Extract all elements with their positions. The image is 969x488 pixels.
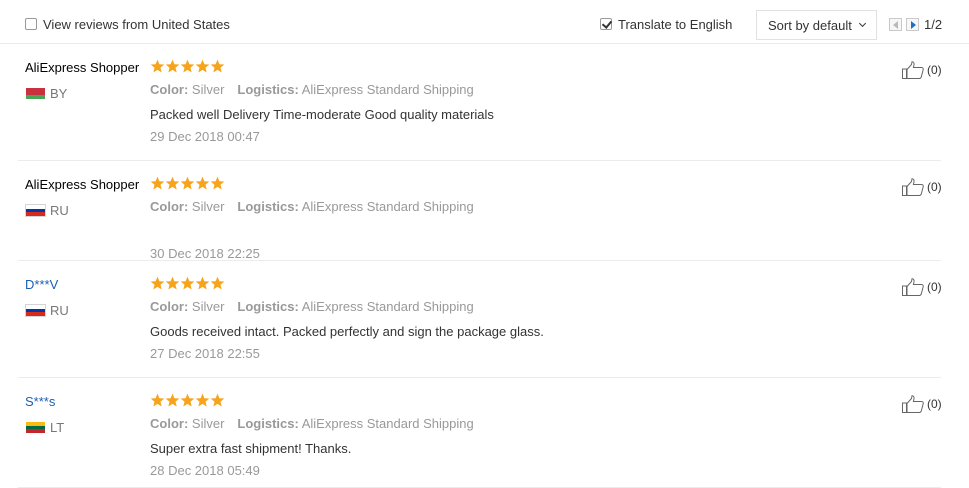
star-icon: [180, 393, 195, 407]
review-comment: Goods received intact. Packed perfectly …: [150, 324, 544, 339]
previous-page-button[interactable]: [889, 18, 902, 31]
star-icon: [195, 393, 210, 407]
thumbs-up-icon[interactable]: [902, 61, 924, 79]
review-date: 30 Dec 2018 22:25: [150, 246, 260, 261]
review-comment: Super extra fast shipment! Thanks.: [150, 441, 352, 456]
logistics-attr-value: AliExpress Standard Shipping: [301, 416, 474, 431]
country-code: BY: [50, 86, 68, 101]
logistics-attr-value: AliExpress Standard Shipping: [301, 82, 474, 97]
star-rating: [150, 59, 225, 74]
logistics-attr-label: Logistics:: [237, 199, 299, 214]
star-rating: [150, 176, 225, 191]
star-rating: [150, 276, 225, 291]
star-icon: [180, 59, 195, 73]
thumbs-up-icon[interactable]: [902, 278, 924, 296]
country-flag-icon: [25, 304, 46, 317]
review-date: 27 Dec 2018 22:55: [150, 346, 260, 361]
country-flag-icon: [26, 88, 45, 99]
country-code: RU: [50, 203, 69, 218]
star-icon: [180, 176, 195, 190]
sort-dropdown-label: Sort by default: [768, 18, 852, 33]
logistics-attr-label: Logistics:: [237, 299, 299, 314]
reviewer-name: AliExpress Shopper: [25, 177, 140, 192]
review-item: AliExpress Shopper RU Color: Silver Logis…: [0, 161, 969, 261]
like-count[interactable]: (0): [927, 180, 942, 194]
arrow-left-icon: [893, 21, 898, 29]
like-count[interactable]: (0): [927, 397, 942, 411]
star-icon: [210, 176, 225, 190]
star-icon: [150, 59, 165, 73]
star-icon: [195, 176, 210, 190]
color-attr-value: Silver: [191, 82, 225, 97]
logistics-attr-value: AliExpress Standard Shipping: [301, 199, 474, 214]
logistics-attr-label: Logistics:: [237, 82, 299, 97]
color-attr-label: Color:: [150, 82, 189, 97]
star-icon: [195, 59, 210, 73]
logistics-attr-value: AliExpress Standard Shipping: [301, 299, 474, 314]
chevron-down-icon: [858, 19, 867, 28]
review-filter-bar: View reviews from United States Translat…: [0, 0, 969, 44]
next-page-button[interactable]: [906, 18, 919, 31]
color-attr-value: Silver: [191, 416, 225, 431]
country-code: RU: [50, 303, 69, 318]
star-icon: [165, 59, 180, 73]
color-attr-value: Silver: [191, 199, 225, 214]
star-icon: [210, 276, 225, 290]
star-icon: [195, 276, 210, 290]
review-attributes: Color: Silver Logistics: AliExpress Stand…: [150, 82, 474, 97]
review-comment: Packed well Delivery Time-moderate Good …: [150, 107, 494, 122]
star-icon: [180, 276, 195, 290]
star-icon: [210, 393, 225, 407]
review-attributes: Color: Silver Logistics: AliExpress Stand…: [150, 199, 474, 214]
arrow-right-icon: [911, 21, 916, 29]
reviewer-name[interactable]: D***V: [25, 277, 58, 292]
star-icon: [165, 176, 180, 190]
country-code: LT: [50, 420, 65, 435]
color-attr-label: Color:: [150, 416, 189, 431]
review-attributes: Color: Silver Logistics: AliExpress Stand…: [150, 299, 474, 314]
review-item: S***s LT Color: Silver Logistics: AliExpr…: [0, 378, 969, 488]
like-count[interactable]: (0): [927, 63, 942, 77]
reviewer-name[interactable]: S***s: [25, 394, 55, 409]
star-icon: [165, 276, 180, 290]
star-icon: [210, 59, 225, 73]
reviewer-name: AliExpress Shopper: [25, 60, 140, 75]
review-attributes: Color: Silver Logistics: AliExpress Stand…: [150, 416, 474, 431]
logistics-attr-label: Logistics:: [237, 416, 299, 431]
translate-checkbox[interactable]: [600, 18, 612, 30]
view-reviews-label[interactable]: View reviews from United States: [43, 17, 230, 32]
color-attr-label: Color:: [150, 299, 189, 314]
thumbs-up-icon[interactable]: [902, 395, 924, 413]
star-icon: [150, 176, 165, 190]
sort-dropdown[interactable]: Sort by default: [756, 10, 877, 40]
country-flag-icon: [25, 204, 46, 217]
star-rating: [150, 393, 225, 408]
review-date: 29 Dec 2018 00:47: [150, 129, 260, 144]
review-date: 28 Dec 2018 05:49: [150, 463, 260, 478]
star-icon: [150, 393, 165, 407]
view-reviews-checkbox[interactable]: [25, 18, 37, 30]
like-count[interactable]: (0): [927, 280, 942, 294]
translate-label[interactable]: Translate to English: [618, 17, 732, 32]
review-item: AliExpress Shopper BY Color: Silver Logis…: [0, 44, 969, 161]
color-attr-value: Silver: [191, 299, 225, 314]
star-icon: [150, 276, 165, 290]
thumbs-up-icon[interactable]: [902, 178, 924, 196]
star-icon: [165, 393, 180, 407]
review-item: D***V RU Color: Silver Logistics: AliExpr…: [0, 261, 969, 378]
color-attr-label: Color:: [150, 199, 189, 214]
country-flag-icon: [26, 422, 45, 433]
page-indicator: 1/2: [924, 17, 943, 32]
